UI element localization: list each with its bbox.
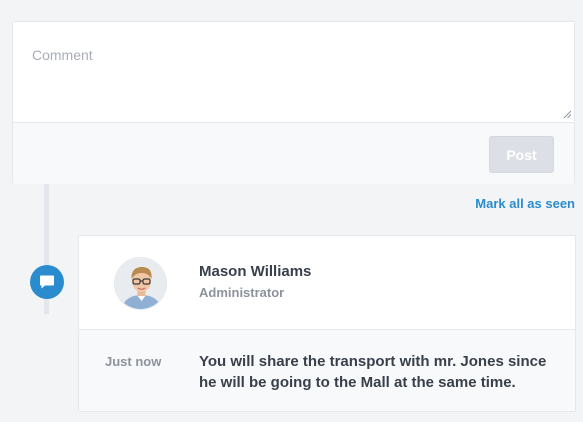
timeline-badge [30, 265, 64, 299]
activity-header: Mason Williams Administrator [79, 236, 575, 329]
composer-footer: Post [13, 122, 574, 184]
activity-message: You will share the transport with mr. Jo… [199, 353, 547, 391]
activity-body: Just now You will share the transport wi… [79, 329, 575, 411]
activity-card: Mason Williams Administrator Just now Yo… [78, 235, 576, 412]
post-button[interactable]: Post [489, 136, 554, 173]
avatar[interactable] [114, 257, 167, 310]
resize-handle-icon[interactable] [563, 110, 571, 118]
mark-all-seen-link[interactable]: Mark all as seen [475, 196, 575, 211]
user-name[interactable]: Mason Williams [199, 263, 311, 280]
comment-input[interactable] [13, 22, 574, 122]
timestamp: Just now [105, 354, 162, 369]
avatar-image [115, 258, 166, 309]
comment-composer: Post [12, 21, 575, 184]
chat-bubble-icon [40, 275, 54, 289]
user-role: Administrator [199, 285, 285, 300]
